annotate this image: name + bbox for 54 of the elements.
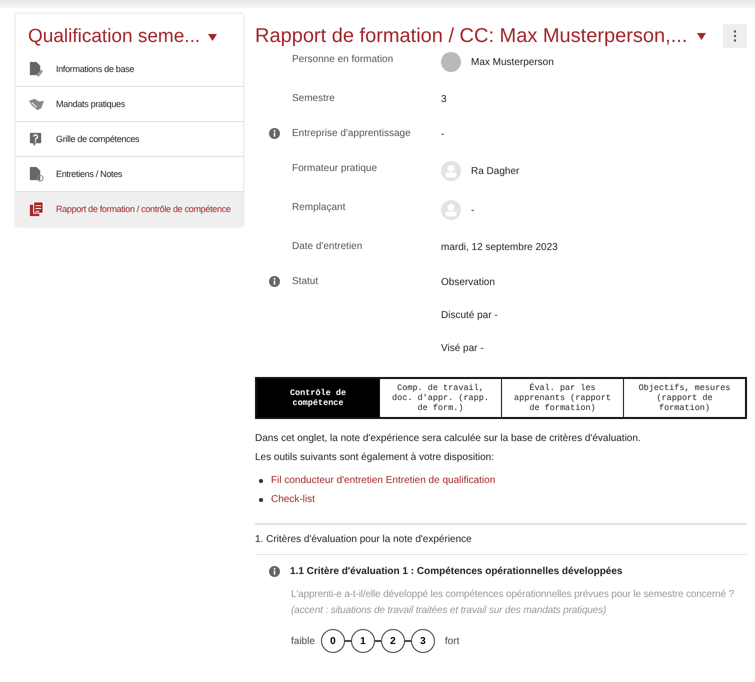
kebab-icon bbox=[733, 30, 737, 42]
avatar-icon bbox=[441, 200, 461, 220]
sidebar-item-icon bbox=[28, 201, 44, 217]
tab[interactable]: Contrôle de compétence bbox=[257, 379, 379, 417]
intro-text: Les outils suivants sont également à votre disposition: bbox=[255, 452, 496, 463]
criterion-title: 1.1 Critère d'évaluation 1 : Compétences opérationnelles développées bbox=[290, 566, 622, 577]
criterion-hint: (accent : situations de travail traitées et travail sur des mandats pratiques) bbox=[291, 604, 608, 618]
rating-option[interactable]: 1 bbox=[350, 629, 375, 653]
rating-option[interactable]: 0 bbox=[320, 629, 345, 653]
field-label: Entreprise d'apprentissage bbox=[292, 127, 412, 141]
link[interactable]: Fil conducteur d'entretien Entretien de qualification bbox=[271, 475, 496, 486]
field-label: Formateur pratique bbox=[292, 162, 378, 176]
criterion-question: L'apprenti-e a-t-il/elle développé les compétences opérationnelles prévues pour le semestre concerné ? bbox=[291, 588, 735, 602]
bullet-icon bbox=[259, 498, 263, 502]
sidebar-item-icon bbox=[28, 166, 44, 182]
caret-icon[interactable] bbox=[208, 34, 218, 40]
more-menu-button[interactable] bbox=[723, 24, 747, 48]
rating-option[interactable]: 2 bbox=[380, 629, 405, 653]
field-label: Semestre bbox=[292, 92, 336, 106]
field-value: - bbox=[441, 128, 444, 140]
info-icon[interactable] bbox=[269, 276, 280, 287]
sidebar-item-icon bbox=[28, 61, 44, 77]
avatar-icon bbox=[441, 161, 461, 181]
field-value: Observation bbox=[441, 276, 495, 288]
sidebar-item[interactable]: Grille de compétences bbox=[16, 122, 243, 157]
section-heading: 1. Critères d'évaluation pour la note d'expérience bbox=[255, 523, 747, 555]
rating-option[interactable]: 3 bbox=[410, 629, 435, 653]
field-value: mardi, 12 septembre 2023 bbox=[441, 242, 558, 252]
sidebar-item-icon bbox=[28, 131, 44, 147]
field-label: Remplaçant bbox=[292, 201, 346, 215]
page-title[interactable]: Rapport de formation / CC: Max Musterperson,... bbox=[255, 24, 688, 48]
intro-text: Dans cet onglet, la note d'expérience sera calculée sur la base de critères d'évaluation. bbox=[255, 433, 642, 444]
field-value: Discuté par - bbox=[441, 310, 498, 320]
field-label: Statut bbox=[292, 275, 320, 289]
sidebar-item[interactable]: Rapport de formation / contrôle de compétence bbox=[16, 192, 243, 226]
sidebar-item[interactable]: Mandats pratiques bbox=[16, 87, 243, 122]
bullet-icon bbox=[259, 478, 263, 482]
field-label: Personne en formation bbox=[292, 53, 394, 67]
sidebar-item[interactable]: Informations de base bbox=[16, 52, 243, 87]
caret-icon[interactable] bbox=[697, 32, 706, 40]
field-value: Ra Dagher bbox=[471, 166, 520, 176]
sidebar-item-icon bbox=[28, 96, 44, 112]
photo-placeholder bbox=[441, 52, 461, 72]
scale-high-label: fort bbox=[444, 636, 460, 646]
link[interactable]: Check-list bbox=[271, 494, 315, 505]
info-icon[interactable] bbox=[269, 128, 280, 139]
sidebar-title[interactable]: Qualification seme... bbox=[28, 26, 200, 48]
field-value: - bbox=[471, 204, 474, 216]
field-value: Max Musterperson bbox=[471, 56, 554, 68]
field-label: Date d'entretien bbox=[292, 240, 364, 254]
info-icon[interactable] bbox=[269, 566, 280, 577]
field-value: 3 bbox=[441, 94, 447, 104]
scale-low-label: faible bbox=[291, 636, 315, 646]
field-value: Visé par - bbox=[441, 342, 484, 354]
